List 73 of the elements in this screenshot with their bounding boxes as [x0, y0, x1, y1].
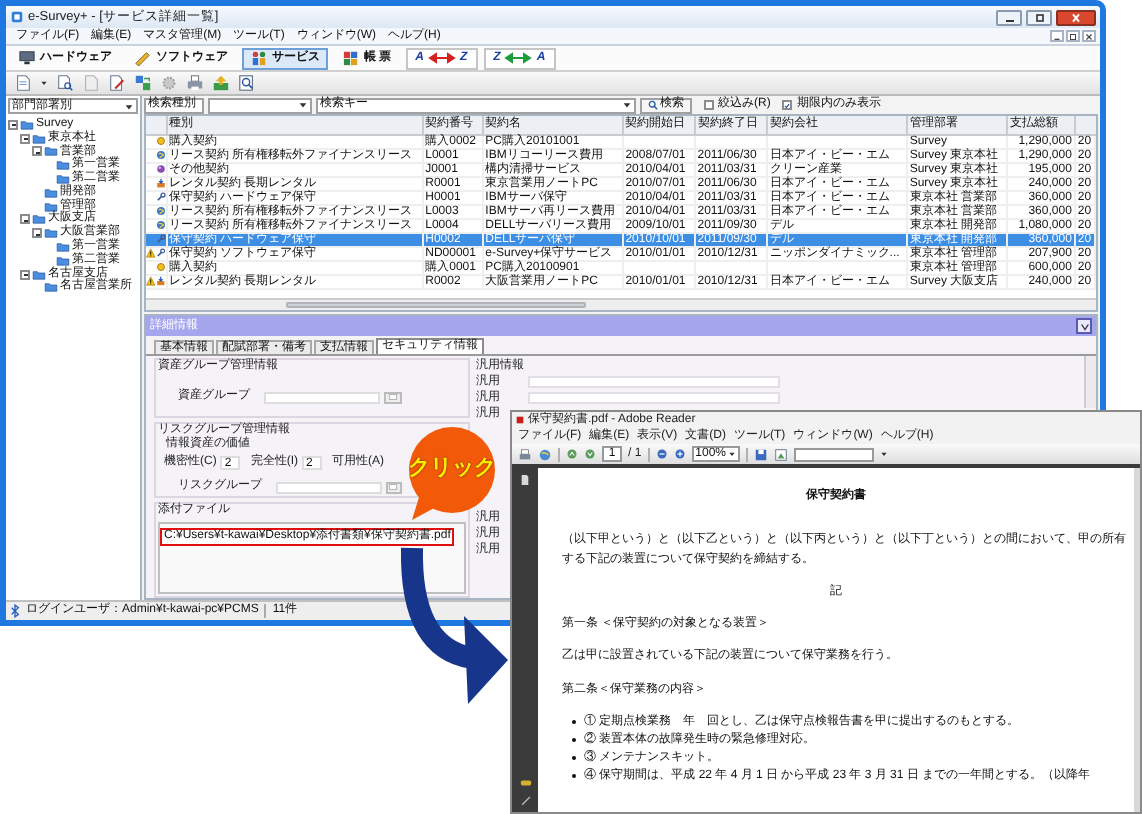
bluetooth-icon — [10, 604, 20, 618]
globe-icon[interactable] — [538, 447, 552, 461]
card-icon — [388, 394, 398, 400]
printer-icon[interactable] — [518, 447, 532, 461]
text-field[interactable] — [276, 481, 382, 493]
restore-icon — [1068, 31, 1078, 41]
close-button[interactable] — [1082, 30, 1096, 42]
text-field[interactable] — [528, 376, 780, 388]
collapse-icon[interactable] — [20, 133, 30, 144]
close-icon — [1084, 31, 1094, 41]
person-arrow-icon — [155, 178, 165, 188]
pencil-icon — [134, 50, 152, 66]
monitor-icon — [18, 50, 36, 66]
collapse-icon[interactable] — [32, 146, 42, 157]
find-field[interactable] — [793, 447, 874, 461]
image-icon[interactable] — [773, 447, 788, 461]
edit-document-icon[interactable] — [108, 74, 126, 92]
zoom-in-icon[interactable] — [673, 448, 686, 460]
globe-icon — [155, 220, 165, 230]
coin-icon — [155, 136, 165, 146]
minimize-button[interactable] — [1050, 30, 1064, 42]
restore-button[interactable] — [1066, 30, 1080, 42]
restore-icon — [1031, 11, 1047, 23]
people-icon — [250, 50, 268, 66]
text-field[interactable] — [264, 391, 380, 403]
pdf-icon — [516, 416, 524, 424]
caret-icon — [124, 101, 134, 111]
wrench-icon — [155, 234, 165, 244]
export-icon[interactable] — [212, 74, 230, 92]
printer-icon[interactable] — [186, 74, 204, 92]
attachment-icon[interactable] — [519, 778, 531, 788]
caret-icon — [622, 100, 632, 110]
globe-icon — [155, 150, 165, 160]
page-icon[interactable] — [520, 474, 530, 486]
collapse-icon[interactable] — [20, 214, 30, 225]
chevron-icon — [1079, 321, 1089, 331]
transfer-icon[interactable] — [134, 74, 152, 92]
callout-text: クリック — [408, 456, 496, 482]
vertical-scrollbar[interactable] — [1134, 468, 1140, 812]
grid-icon — [342, 50, 360, 66]
zoom-out-icon[interactable] — [655, 448, 668, 460]
collapse-icon[interactable] — [32, 228, 42, 239]
close-button[interactable] — [1056, 9, 1096, 25]
document-search-icon[interactable] — [56, 74, 74, 92]
close-icon — [1068, 11, 1084, 23]
magnifier-document-icon[interactable] — [238, 74, 256, 92]
search-icon — [648, 100, 658, 110]
card-icon — [388, 484, 399, 490]
wrench-icon — [155, 192, 165, 202]
new-document-icon[interactable] — [14, 74, 32, 92]
next-page-icon[interactable] — [584, 448, 596, 460]
app-icon — [10, 10, 24, 24]
wrench-icon — [155, 248, 165, 258]
globe-icon — [155, 206, 165, 216]
person-arrow-icon — [155, 276, 165, 286]
vertical-scrollbar[interactable] — [1084, 356, 1096, 408]
checkbox[interactable] — [704, 100, 714, 110]
collapse-button[interactable] — [1076, 318, 1092, 334]
save-icon[interactable] — [753, 447, 768, 461]
collapse-icon[interactable] — [8, 119, 18, 130]
previous-page-icon[interactable] — [566, 448, 578, 460]
checkbox[interactable] — [782, 100, 793, 110]
coin-icon — [155, 262, 165, 272]
sphere-icon — [155, 164, 165, 174]
minimize-button[interactable] — [996, 9, 1022, 25]
collapse-icon[interactable] — [20, 269, 30, 280]
caret-icon — [727, 450, 736, 458]
maximize-button[interactable] — [1026, 9, 1052, 25]
caret-icon — [298, 100, 308, 110]
pen-icon[interactable] — [519, 794, 531, 806]
horizontal-scrollbar[interactable] — [146, 298, 1096, 310]
text-field[interactable] — [528, 392, 780, 404]
gear-icon[interactable] — [160, 74, 178, 92]
